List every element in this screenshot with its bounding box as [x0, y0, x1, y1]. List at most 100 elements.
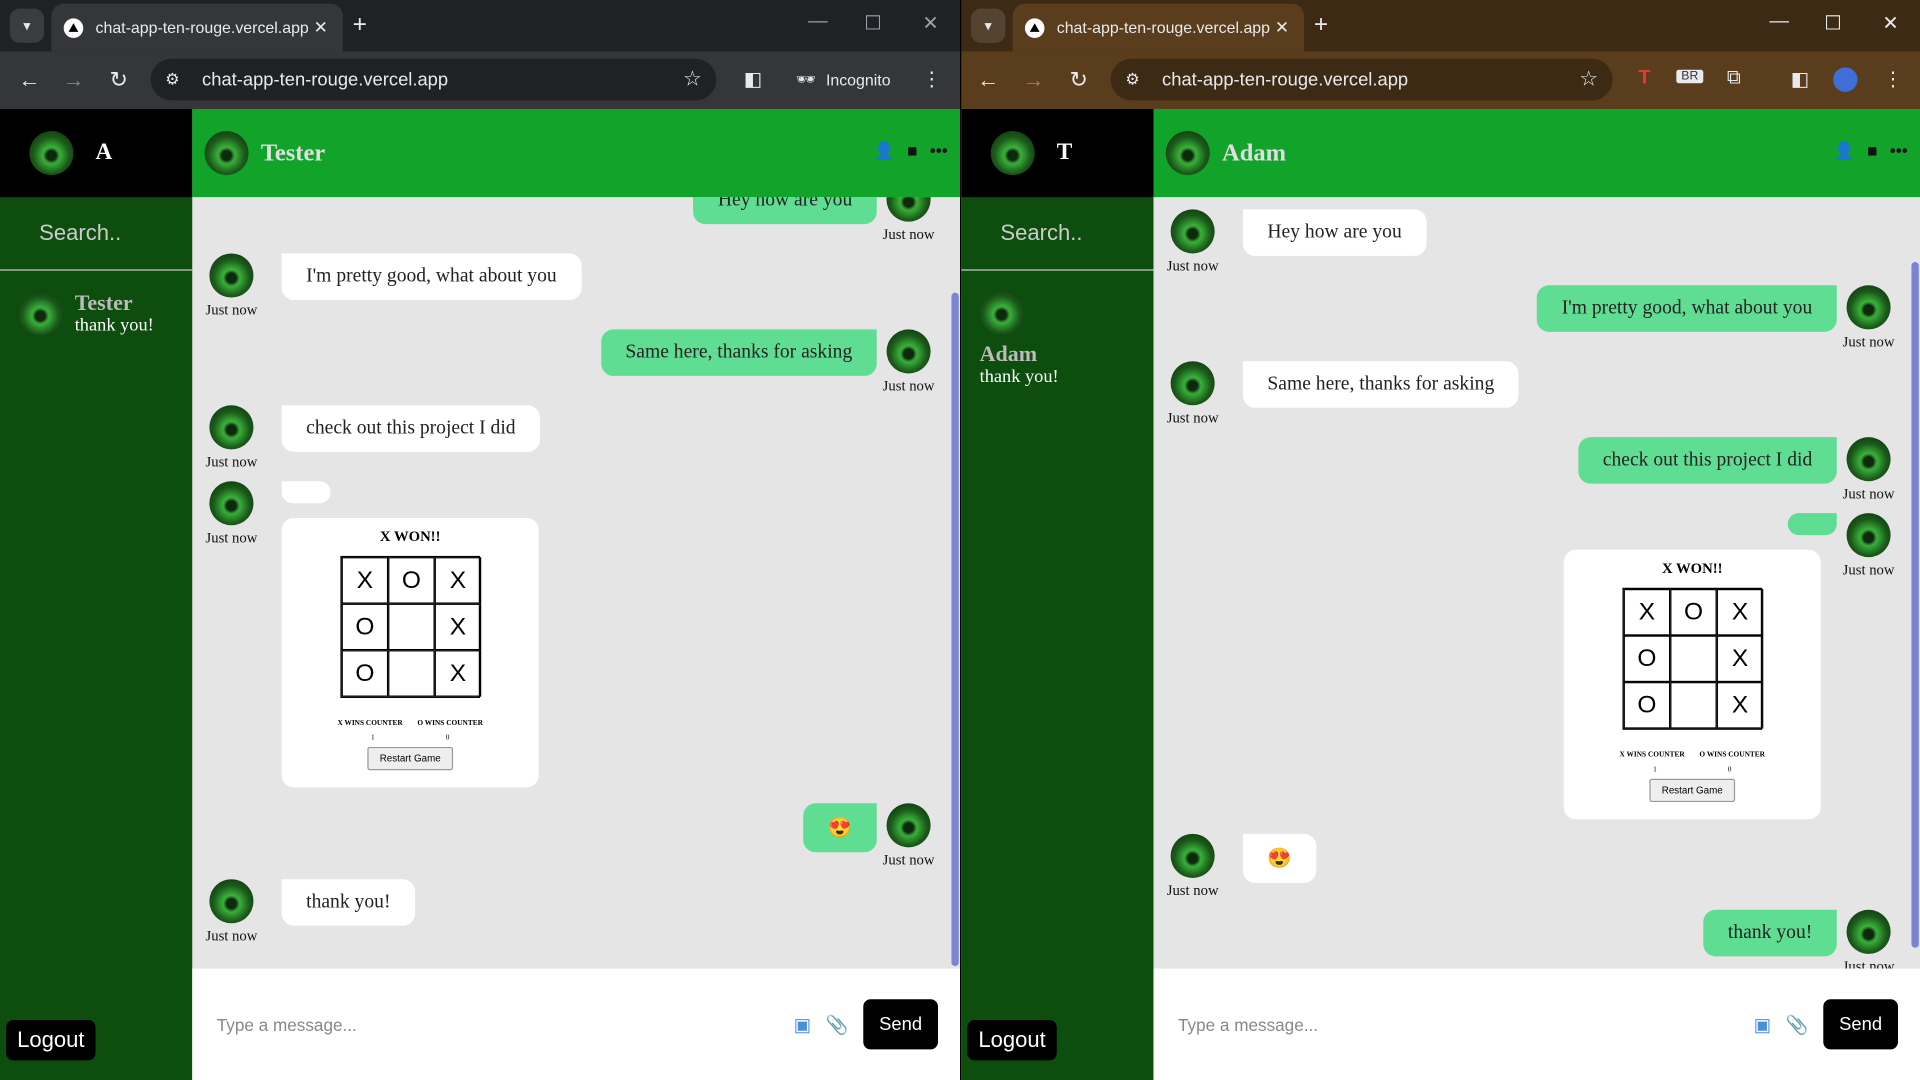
logout-button[interactable]: Logout: [6, 1020, 96, 1061]
reload-icon[interactable]: ↻: [1057, 67, 1101, 93]
back-icon[interactable]: ←: [966, 67, 1010, 93]
close-window-icon[interactable]: ✕: [1876, 11, 1905, 35]
close-tab-icon[interactable]: ✕: [311, 17, 331, 38]
board-cell[interactable]: [1670, 682, 1717, 729]
menu-icon[interactable]: ⋮: [918, 67, 945, 91]
url-text: chat-app-ten-rouge.vercel.app: [202, 69, 449, 91]
more-icon[interactable]: •••: [930, 141, 948, 162]
board-cell[interactable]: X: [434, 650, 482, 697]
contact-item[interactable]: Adam thank you!: [961, 271, 1153, 408]
star-icon[interactable]: ☆: [683, 67, 702, 91]
message-input[interactable]: Type a message...: [1178, 1014, 1754, 1034]
message-bubble: I'm pretty good, what about you: [281, 253, 582, 301]
attach-icon[interactable]: 📎: [1786, 1013, 1809, 1035]
board-cell[interactable]: [388, 603, 435, 651]
site-info-icon[interactable]: ⚙: [1125, 70, 1152, 90]
board-cell[interactable]: O: [1670, 588, 1717, 636]
tab-search-button[interactable]: ▾: [9, 8, 45, 43]
maximize-icon[interactable]: ☐: [858, 11, 887, 35]
forward-icon[interactable]: →: [51, 67, 95, 93]
send-button[interactable]: Send: [863, 999, 938, 1050]
back-icon[interactable]: ←: [7, 67, 51, 93]
restart-game-button[interactable]: Restart Game: [1649, 778, 1735, 803]
forward-icon[interactable]: →: [1011, 67, 1055, 93]
menu-icon[interactable]: ⋮: [1880, 67, 1907, 91]
new-tab-button[interactable]: +: [1314, 12, 1328, 36]
message-time: Just now: [1842, 560, 1895, 578]
scrollbar[interactable]: [951, 292, 959, 967]
video-icon[interactable]: ■: [907, 141, 917, 162]
site-info-icon[interactable]: ⚙: [165, 70, 192, 90]
minimize-icon[interactable]: —: [1765, 11, 1794, 33]
message-time: Just now: [205, 301, 258, 319]
chat-partner-name: Adam: [1222, 138, 1287, 166]
board-cell[interactable]: X: [434, 557, 482, 604]
send-button[interactable]: Send: [1823, 999, 1898, 1050]
sidebar: T Search.. Adam thank you! Logout: [961, 108, 1154, 1080]
tab-search-button[interactable]: ▾: [971, 8, 1006, 43]
contact-item[interactable]: Tester thank you!: [0, 271, 192, 357]
star-icon[interactable]: ☆: [1579, 67, 1598, 91]
image-icon[interactable]: ▣: [794, 1013, 811, 1035]
profile-avatar-icon[interactable]: [1833, 67, 1858, 92]
address-bar[interactable]: ⚙ chat-app-ten-rouge.vercel.app ☆: [1110, 58, 1613, 101]
message-bubble: I'm pretty good, what about you: [1537, 285, 1837, 332]
board-cell[interactable]: O: [1623, 682, 1671, 729]
board-cell[interactable]: X: [341, 557, 389, 604]
message-bubble: Hey how are you: [1242, 209, 1427, 256]
board-cell[interactable]: O: [1623, 635, 1671, 683]
extension-icon[interactable]: T: [1631, 67, 1658, 89]
board-cell[interactable]: O: [341, 603, 389, 651]
address-bar[interactable]: ⚙ chat-app-ten-rouge.vercel.app ☆: [150, 58, 717, 101]
image-icon[interactable]: ▣: [1754, 1013, 1771, 1035]
close-window-icon[interactable]: ✕: [916, 11, 945, 35]
board-cell[interactable]: X: [1623, 588, 1671, 636]
extensions-icon[interactable]: ⧉: [1720, 67, 1747, 89]
video-icon[interactable]: ■: [1867, 141, 1877, 162]
new-tab-button[interactable]: +: [353, 12, 367, 36]
restart-game-button[interactable]: Restart Game: [367, 746, 453, 771]
board-cell[interactable]: X: [1716, 682, 1764, 729]
search-input[interactable]: Search..: [0, 197, 193, 271]
browser-toolbar: ← → ↻ ⚙ chat-app-ten-rouge.vercel.app ☆ …: [961, 51, 1920, 109]
avatar: [209, 481, 254, 526]
board-cell[interactable]: O: [341, 650, 389, 697]
sidebar-header: A: [0, 108, 193, 198]
avatar: [18, 291, 63, 336]
minimize-icon[interactable]: —: [803, 11, 832, 33]
avatar: [209, 253, 254, 298]
avatar: [1170, 833, 1215, 878]
avatar: [990, 131, 1035, 176]
board-cell[interactable]: X: [1716, 588, 1764, 636]
board-cell[interactable]: [388, 650, 435, 697]
game-board: X O X O X O X: [1622, 587, 1764, 730]
message-input[interactable]: Type a message...: [217, 1014, 794, 1034]
search-input[interactable]: Search..: [961, 197, 1154, 271]
browser-tab[interactable]: chat-app-ten-rouge.vercel.app ✕: [1012, 3, 1305, 52]
avatar: [29, 131, 74, 176]
reload-icon[interactable]: ↻: [97, 67, 141, 93]
browser-window-left: ▾ chat-app-ten-rouge.vercel.app ✕ + — ☐ …: [0, 0, 961, 1080]
board-cell[interactable]: X: [434, 603, 482, 651]
message-row: Just now 😍: [1161, 833, 1317, 900]
incognito-badge[interactable]: 🕶 Incognito: [781, 58, 906, 101]
add-user-icon[interactable]: 👤: [1834, 141, 1855, 162]
chat-partner-name: Tester: [260, 138, 326, 166]
avatar: [1170, 361, 1215, 406]
add-user-icon[interactable]: 👤: [874, 141, 895, 162]
close-tab-icon[interactable]: ✕: [1272, 17, 1292, 38]
board-cell[interactable]: O: [388, 557, 435, 604]
board-cell[interactable]: [1670, 635, 1717, 683]
board-cell[interactable]: X: [1716, 635, 1764, 683]
scrollbar[interactable]: [1911, 262, 1919, 948]
message-row: check out this project I did Just now: [1578, 437, 1900, 503]
side-panel-icon[interactable]: ◧: [1787, 67, 1814, 91]
logout-button[interactable]: Logout: [967, 1020, 1057, 1061]
browser-window-right: ▾ chat-app-ten-rouge.vercel.app ✕ + — ☐ …: [961, 0, 1920, 1080]
side-panel-icon[interactable]: ◧: [740, 67, 767, 91]
browser-tab[interactable]: chat-app-ten-rouge.vercel.app ✕: [51, 3, 343, 52]
attach-icon[interactable]: 📎: [826, 1013, 849, 1035]
extension-icon[interactable]: BR: [1676, 69, 1704, 84]
maximize-icon[interactable]: ☐: [1818, 11, 1847, 35]
more-icon[interactable]: •••: [1890, 141, 1908, 162]
